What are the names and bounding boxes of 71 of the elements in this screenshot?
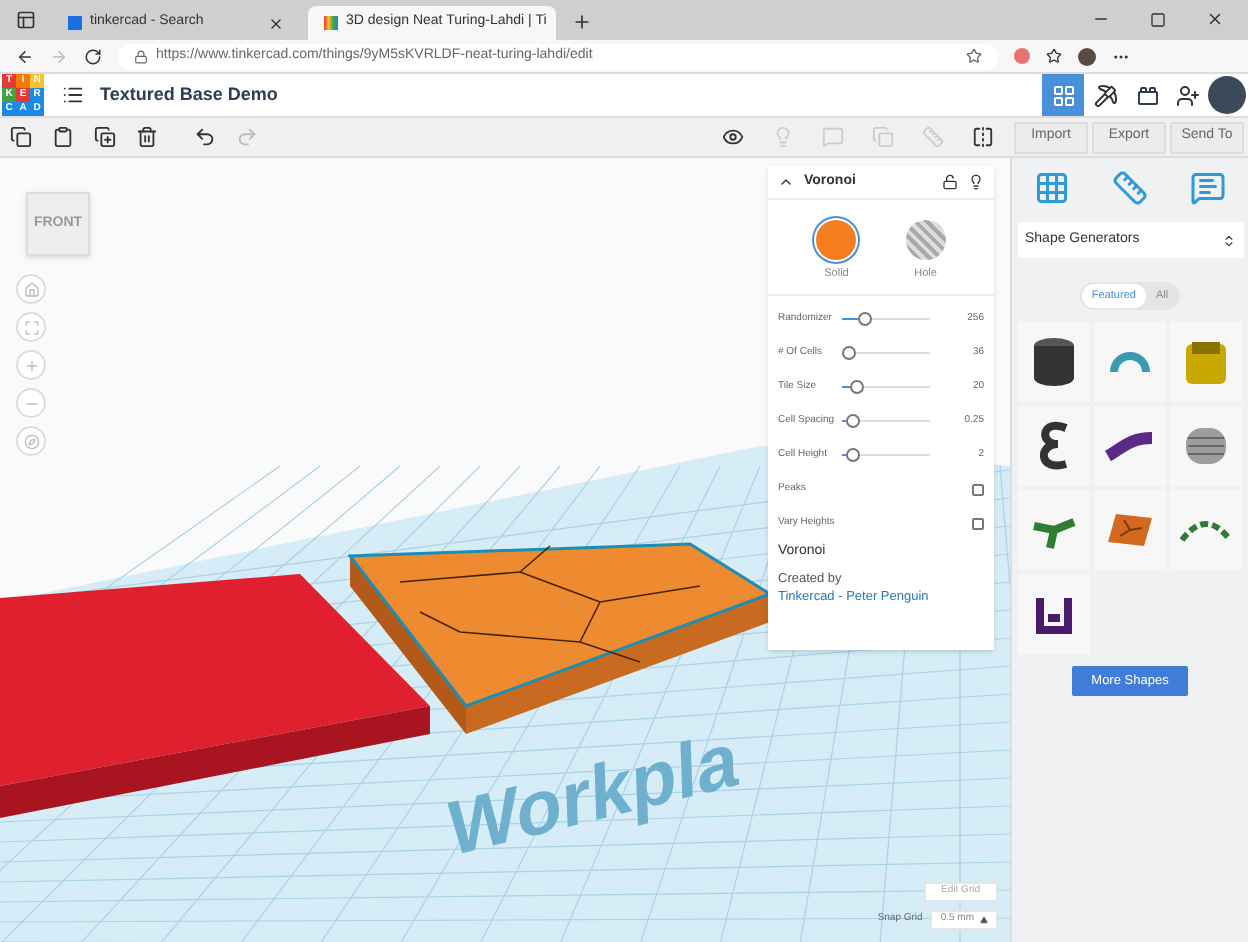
checkbox[interactable] (972, 517, 984, 530)
brick-icon[interactable] (1136, 83, 1160, 107)
3d-view-button[interactable] (1042, 74, 1084, 116)
shape-tile[interactable] (1017, 574, 1090, 654)
extension-icon[interactable] (1014, 48, 1030, 64)
caret-icon (980, 916, 988, 924)
workplane-label: Workpla (447, 721, 740, 871)
slider-thumb[interactable] (845, 448, 860, 463)
box-icon (1184, 338, 1229, 386)
solid-swatch[interactable] (816, 220, 857, 260)
slider[interactable] (842, 414, 930, 429)
favorites-icon[interactable] (1046, 48, 1062, 64)
copy-icon[interactable] (10, 126, 32, 148)
slider-thumb[interactable] (849, 380, 864, 395)
shape-tile[interactable] (1093, 490, 1167, 570)
arc-icon (1178, 516, 1235, 544)
designs-list-icon[interactable] (62, 84, 84, 106)
pickaxe-icon[interactable] (1094, 83, 1118, 107)
undo-icon[interactable] (194, 126, 216, 148)
shape-tile[interactable] (1017, 322, 1090, 402)
slider[interactable] (842, 448, 930, 463)
user-avatar[interactable] (1208, 76, 1246, 114)
screw-icon (1184, 424, 1229, 468)
chevron-icon (1221, 233, 1235, 247)
shape-tile[interactable] (1170, 490, 1243, 570)
collapse-icon[interactable] (778, 174, 794, 190)
spring-icon (1037, 420, 1070, 472)
ruler-icon[interactable] (1111, 170, 1148, 206)
shape-tile[interactable] (1170, 406, 1243, 486)
favorite-icon[interactable] (966, 48, 982, 64)
design-title[interactable]: Textured Base Demo (100, 81, 278, 109)
shape-tile[interactable] (1093, 406, 1167, 486)
lightbulb-icon[interactable] (968, 174, 984, 190)
hole-swatch[interactable] (905, 220, 946, 260)
slider-thumb[interactable] (842, 346, 856, 361)
mirror-icon[interactable] (972, 126, 994, 148)
profile-avatar[interactable] (1078, 47, 1096, 65)
new-tab-icon[interactable] (572, 12, 592, 32)
close-icon[interactable] (1206, 10, 1224, 28)
shape-tile[interactable] (1093, 322, 1167, 402)
home-icon (23, 281, 39, 297)
shape-tile[interactable] (1170, 322, 1243, 402)
back-icon[interactable] (16, 47, 34, 65)
slider[interactable] (842, 346, 930, 361)
slider-thumb[interactable] (858, 312, 873, 327)
favicon-icon (68, 16, 82, 30)
close-icon[interactable] (268, 15, 284, 31)
duplicate-icon[interactable] (94, 126, 116, 148)
workplane-icon[interactable] (1033, 170, 1070, 206)
favicon-icon (324, 16, 338, 30)
add-user-icon[interactable] (1176, 83, 1200, 107)
maximize-icon[interactable] (1150, 12, 1166, 28)
checkbox[interactable] (972, 483, 984, 496)
shape-tile[interactable] (1017, 406, 1090, 486)
cylinder-icon (1031, 336, 1076, 388)
lock-icon[interactable] (942, 174, 958, 190)
lock-icon (134, 49, 148, 63)
torus-icon (1107, 349, 1152, 375)
fit-view-icon (23, 319, 39, 335)
plus-icon (23, 357, 39, 373)
refresh-icon[interactable] (84, 47, 102, 65)
pipe-icon (1101, 428, 1158, 464)
delete-icon[interactable] (136, 126, 158, 148)
shape-tile[interactable] (1017, 490, 1090, 570)
paste-icon[interactable] (52, 126, 74, 148)
slider-thumb[interactable] (845, 414, 860, 429)
tab-actions-icon[interactable] (16, 10, 36, 30)
tile-icon (1103, 510, 1156, 550)
slider[interactable] (842, 312, 930, 327)
compass-icon (23, 433, 39, 449)
grid-icon (1051, 83, 1075, 107)
